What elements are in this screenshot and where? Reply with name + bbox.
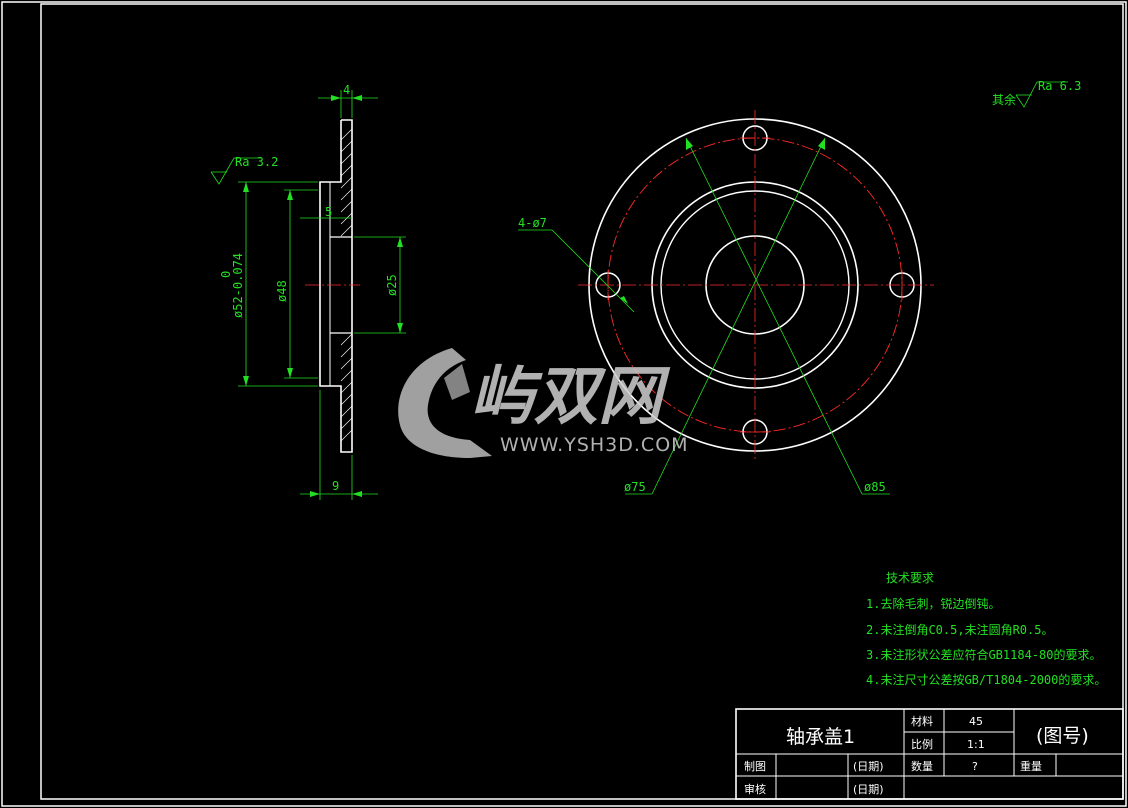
dim-dia-48: ø48 bbox=[275, 280, 289, 302]
tech-title: 技术要求 bbox=[886, 571, 934, 585]
tech-item: 1.去除毛刺，锐边倒钝。 bbox=[866, 596, 1000, 611]
scale-label: 比例 bbox=[911, 737, 933, 751]
dim-dia-52-upper-tol: 0 bbox=[219, 271, 233, 278]
dim-dia-85: ø85 bbox=[864, 480, 886, 494]
watermark-url: WWW.YSH3D.COM bbox=[500, 434, 689, 456]
weight-label: 重量 bbox=[1020, 759, 1042, 773]
watermark-brand: 屿双网 bbox=[470, 360, 671, 434]
dim-bottom-width: 9 bbox=[332, 479, 339, 493]
tech-item: 3.未注形状公差应符合GB1184-80的要求。 bbox=[866, 647, 1101, 662]
qty-value: ? bbox=[972, 760, 978, 773]
qty-label: 数量 bbox=[911, 760, 933, 773]
tech-item: 2.未注倒角C0.5,未注圆角R0.5。 bbox=[866, 622, 1053, 637]
tech-requirements: 技术要求 1.去除毛刺，锐边倒钝。 2.未注倒角C0.5,未注圆角R0.5。 3… bbox=[866, 571, 1106, 687]
dim-top-width: 4 bbox=[343, 83, 350, 97]
drawn-label: 制图 bbox=[744, 760, 766, 773]
tech-item: 4.未注尺寸公差按GB/T1804-2000的要求。 bbox=[866, 672, 1106, 687]
dim-holes: 4-ø7 bbox=[518, 216, 547, 230]
dim-dia-75: ø75 bbox=[624, 480, 646, 494]
checked-date: (日期) bbox=[853, 783, 884, 796]
dim-dia-25: ø25 bbox=[385, 274, 399, 296]
roughness-rest-label: 其余 bbox=[992, 92, 1016, 107]
roughness-side: Ra 3.2 bbox=[235, 155, 278, 169]
part-name: 轴承盖1 bbox=[786, 726, 855, 748]
roughness-rest-value: Ra 6.3 bbox=[1038, 79, 1081, 93]
material-value: 45 bbox=[969, 715, 983, 728]
checked-label: 审核 bbox=[744, 782, 766, 796]
drawing-number: (图号) bbox=[1036, 725, 1089, 747]
watermark: 屿双网 WWW.YSH3D.COM bbox=[398, 348, 688, 458]
drawn-date: (日期) bbox=[853, 760, 884, 773]
scale-value: 1:1 bbox=[967, 738, 985, 751]
dim-step: 5 bbox=[325, 205, 332, 219]
drawing-sheet: 4 5 9 ø52-0.074 0 ø48 ø25 Ra 3.2 4-ø7 ø7… bbox=[1, 1, 1127, 807]
dim-dia-52: ø52-0.074 bbox=[231, 253, 245, 318]
material-label: 材料 bbox=[911, 714, 933, 728]
side-section-view bbox=[305, 119, 360, 453]
